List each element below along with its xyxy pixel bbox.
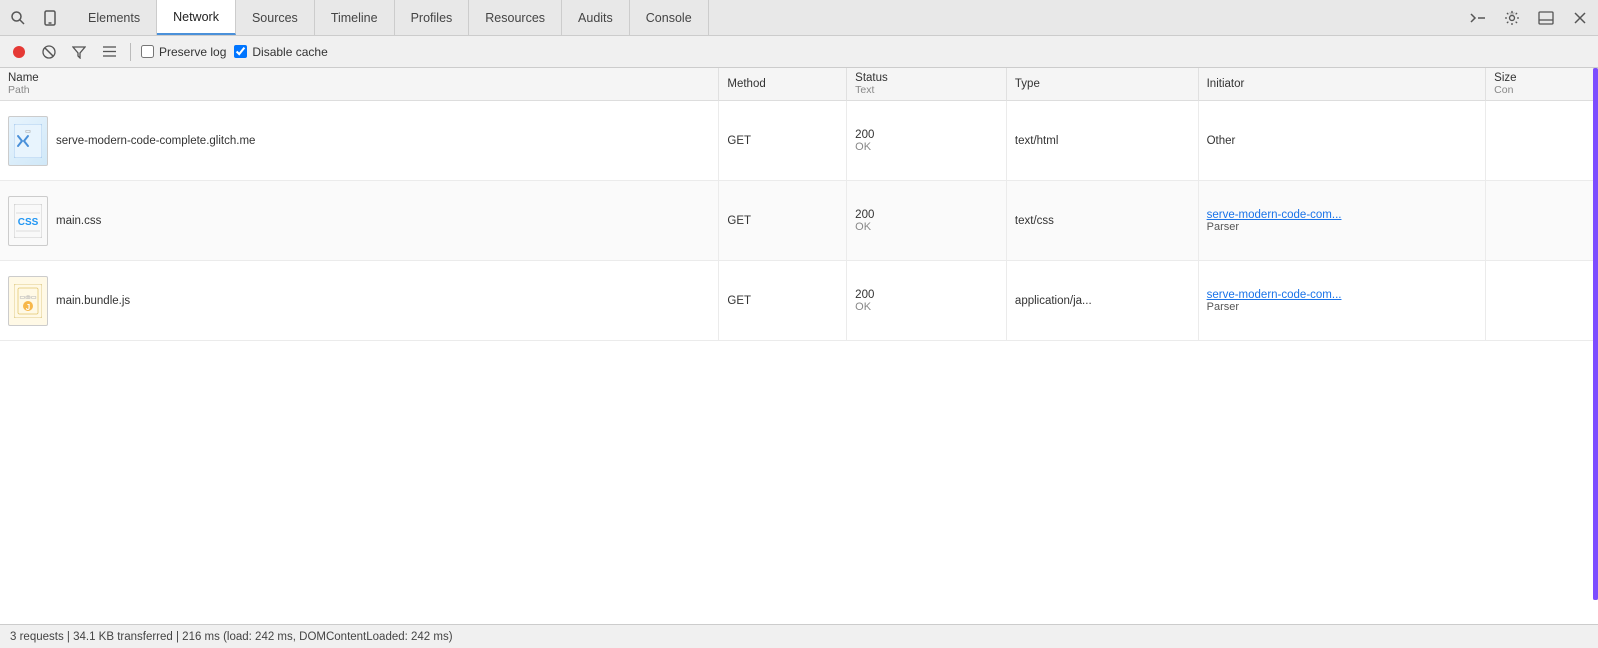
preserve-log-checkbox[interactable] [141,45,154,58]
device-toggle-btn[interactable] [36,4,64,32]
row1-method: GET [719,101,847,181]
file-icon-css: CSS [8,196,48,246]
tab-network[interactable]: Network [157,0,236,35]
row3-status: 200 OK [847,261,1007,341]
tab-sources[interactable]: Sources [236,0,315,35]
file-icon-js: ≡ ▭▭▭ J [8,276,48,326]
table-header-row: Name Path Method Status Text Type Initia [0,68,1598,101]
main-content: Preserve log Disable cache Name Path Met… [0,36,1598,648]
svg-text:J: J [26,303,30,312]
disable-cache-checkbox[interactable] [234,45,247,58]
col-header-size[interactable]: Size Con [1486,68,1598,101]
status-bar: 3 requests | 34.1 KB transferred | 216 m… [0,624,1598,648]
row3-initiator: serve-modern-code-com... Parser [1198,261,1486,341]
tab-profiles[interactable]: Profiles [395,0,470,35]
status-bar-text: 3 requests | 34.1 KB transferred | 216 m… [10,631,453,643]
row2-initiator: serve-modern-code-com... Parser [1198,181,1486,261]
name-cell-2: CSS main.css [0,181,719,261]
top-nav: Elements Network Sources Timeline Profil… [0,0,1598,36]
tab-timeline[interactable]: Timeline [315,0,395,35]
toolbar-divider [130,43,131,61]
row3-type: application/ja... [1006,261,1198,341]
network-table-container: Name Path Method Status Text Type Initia [0,68,1598,624]
col-header-method[interactable]: Method [719,68,847,101]
name-cell-1: ▭ serve-modern-code-complete.glitch.me [0,101,719,181]
row2-type: text/css [1006,181,1198,261]
scrollbar-thumb[interactable] [1593,68,1598,600]
row3-name: main.bundle.js [56,295,130,307]
row2-name: main.css [56,215,101,227]
col-header-status[interactable]: Status Text [847,68,1007,101]
svg-text:▭: ▭ [25,129,31,135]
preserve-log-label[interactable]: Preserve log [141,45,226,59]
row2-size [1486,181,1598,261]
preserve-log-text: Preserve log [159,45,226,59]
nav-tabs: Elements Network Sources Timeline Profil… [72,0,709,35]
filter-button[interactable] [68,41,90,63]
col-header-name[interactable]: Name Path [0,68,719,101]
tab-elements[interactable]: Elements [72,0,157,35]
dock-icon-btn[interactable] [1532,4,1560,32]
tab-audits[interactable]: Audits [562,0,630,35]
network-table: Name Path Method Status Text Type Initia [0,68,1598,341]
list-button[interactable] [98,41,120,63]
execute-icon-btn[interactable] [1464,4,1492,32]
tab-console[interactable]: Console [630,0,709,35]
nav-right-icons [1464,4,1594,32]
name-cell-3: ≡ ▭▭▭ J main.bundle.js [0,261,719,341]
row2-method: GET [719,181,847,261]
col-header-type[interactable]: Type [1006,68,1198,101]
table-row[interactable]: ≡ ▭▭▭ J main.bundle.js GET [0,261,1598,341]
scrollbar-track[interactable] [1593,68,1598,600]
row1-initiator: Other [1198,101,1486,181]
col-header-initiator[interactable]: Initiator [1198,68,1486,101]
row1-size [1486,101,1598,181]
toolbar: Preserve log Disable cache [0,36,1598,68]
tab-resources[interactable]: Resources [469,0,562,35]
table-row[interactable]: ▭ serve-modern-code-complete.glitch.me G… [0,101,1598,181]
svg-text:CSS: CSS [18,217,39,228]
row2-status: 200 OK [847,181,1007,261]
disable-cache-label[interactable]: Disable cache [234,45,327,59]
row1-name: serve-modern-code-complete.glitch.me [56,135,255,147]
file-icon-html: ▭ [8,116,48,166]
stop-button[interactable] [38,41,60,63]
nav-icon-group [4,4,64,32]
settings-icon-btn[interactable] [1498,4,1526,32]
row1-type: text/html [1006,101,1198,181]
row1-status: 200 OK [847,101,1007,181]
row3-size [1486,261,1598,341]
svg-text:▭▭▭: ▭▭▭ [19,295,36,301]
table-row[interactable]: CSS main.css GET 200 OK [0,181,1598,261]
close-icon-btn[interactable] [1566,4,1594,32]
row3-method: GET [719,261,847,341]
disable-cache-text: Disable cache [252,45,327,59]
search-icon-btn[interactable] [4,4,32,32]
record-button[interactable] [8,41,30,63]
